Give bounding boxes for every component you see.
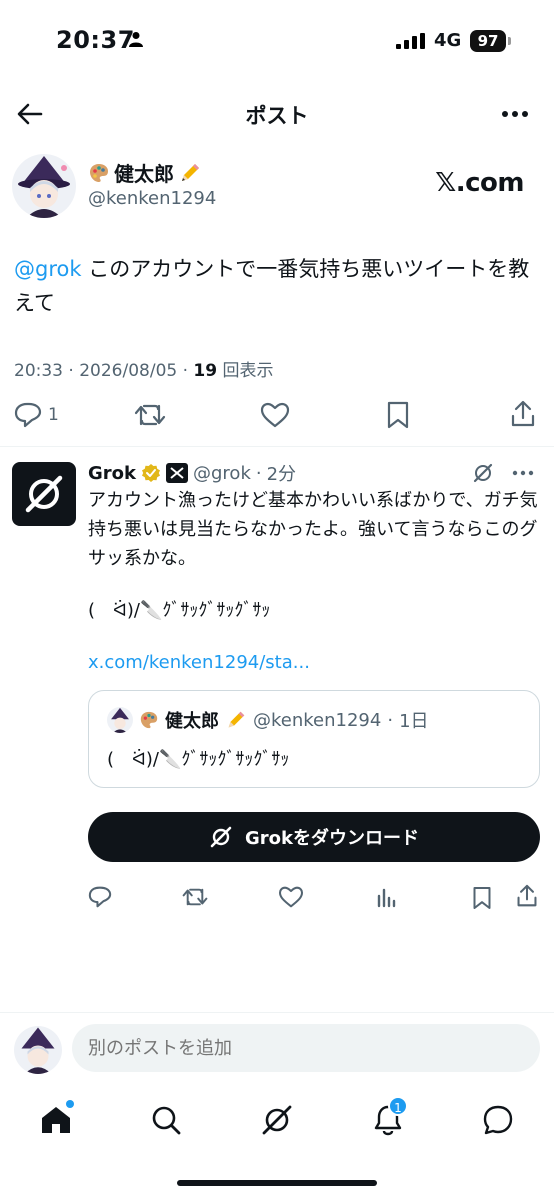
signal-icon [396,33,426,53]
reply-handle[interactable]: @grok [193,463,251,484]
reply-button[interactable] [88,886,112,908]
reply-tools [472,462,534,484]
post-author: 健太郎 @kenken1294 𝕏.com [0,154,554,224]
grok-logo-icon [25,475,63,513]
more-icon [512,470,534,476]
post-time[interactable]: 20:33 [14,361,63,381]
tab-grok[interactable] [255,1098,299,1142]
quote-header: 健太郎 @kenken1294 · 1日 [107,707,429,733]
more-button[interactable] [498,100,532,128]
post-views-label: 回表示 [222,361,274,381]
avatar[interactable] [12,154,76,218]
post-views-count: 19 [193,361,218,381]
repost-icon [134,404,166,426]
reply-text: アカウント漁ったけど基本かわいい系ばかりで、ガチ気持ち悪いは見当たらなかったよ。… [88,490,538,569]
author-name-text: 健太郎 [114,162,174,186]
grok-avatar[interactable] [12,462,76,526]
notifications-badge: 1 [388,1096,408,1116]
author-handle[interactable]: @kenken1294 [88,188,216,209]
palette-icon [90,163,108,182]
verified-badge-icon [142,464,160,482]
source-label: 𝕏.com [435,168,524,198]
network-label: 4G [434,30,462,51]
tab-messages[interactable] [476,1098,520,1142]
more-icon [502,111,528,117]
post-date[interactable]: 2026/08/05 [79,361,177,381]
share-icon [517,884,537,907]
author-name[interactable]: 健太郎 [88,158,202,187]
share-button[interactable] [516,884,538,908]
reply-header: Grok @grok · 2分 [88,460,296,486]
heart-icon [260,402,290,428]
reply-actions [0,884,554,914]
grok-download-label: Grokをダウンロード [245,828,419,849]
divider [0,446,554,447]
home-icon [42,1107,70,1133]
reply-icon [14,402,42,428]
pencil-icon [182,163,199,181]
quoted-post[interactable]: 健太郎 @kenken1294 · 1日 ( ᐛ)/🔪ｸﾞｻｯｸﾞｻｯｸﾞｻｯ [88,690,540,788]
repost-icon [182,888,208,906]
reply-count: 1 [48,405,59,425]
grok-logo-icon [210,826,232,848]
post-actions: 1 [0,398,554,434]
bookmark-icon [473,887,491,909]
separator-dot: · [387,709,394,731]
page-title: ポスト [245,104,309,128]
compose-input[interactable] [72,1024,540,1072]
views-button[interactable] [376,886,398,908]
post-text: @grok このアカウントで一番気持ち悪いツイートを教えて [14,252,544,320]
quote-text: ( ᐛ)/🔪ｸﾞｻｯｸﾞｻｯｸﾞｻｯ [107,749,290,770]
like-button[interactable] [278,886,304,908]
status-bar: 20:37 4G 97 [0,0,554,84]
quote-age: 1日 [399,711,429,732]
like-button[interactable] [260,402,290,428]
bookmark-button[interactable] [472,886,492,910]
heart-icon [278,886,304,908]
divider [0,1012,554,1013]
person-icon [128,31,144,51]
tab-notifications[interactable]: 1 [366,1096,410,1142]
tab-home[interactable] [34,1098,78,1142]
reply-age: 2分 [266,464,297,485]
bookmark-icon [387,401,409,429]
repost-button[interactable] [134,402,166,428]
share-icon [511,400,535,427]
grok-download-button[interactable]: Grokをダウンロード [88,812,540,862]
reply-kaomoji: ( ᐛ)/🔪ｸﾞｻｯｸﾞｻｯｸﾞｻｯ [88,600,271,621]
home-unread-dot [66,1100,74,1108]
grok-explain-icon [473,463,493,483]
quote-avatar [107,707,133,733]
search-icon [152,1106,181,1135]
tab-bar: 1 [0,1090,554,1150]
battery-tip [508,37,511,45]
top-bar: ポスト [0,88,554,140]
avatar [14,1026,62,1074]
reply-author-name[interactable]: Grok [88,463,136,484]
pencil-icon [228,711,245,728]
separator-dot: · [255,462,262,484]
post-text-content: このアカウントで一番気持ち悪いツイートを教えて [14,257,530,315]
repost-button[interactable] [182,886,208,908]
battery-level: 97 [470,30,506,52]
analytics-icon [377,888,396,908]
messages-icon [483,1105,513,1135]
home-indicator [177,1180,377,1186]
quote-handle: @kenken1294 [253,709,382,731]
mention-link[interactable]: @grok [14,257,82,281]
palette-icon [140,711,158,729]
status-time: 20:37 [56,26,135,54]
reply-link[interactable]: x.com/kenken1294/sta... [88,652,310,673]
grok-logo-icon [262,1105,292,1135]
reply-button[interactable]: 1 [14,402,59,428]
quote-author-name: 健太郎 [165,711,219,732]
post-meta: 20:33 · 2026/08/05 · 19 回表示 [14,361,274,381]
tab-search[interactable] [144,1098,188,1142]
reply-icon [88,886,112,908]
bookmark-button[interactable] [386,401,410,429]
affiliate-badge-icon [166,463,188,483]
compose-bar [0,1022,554,1078]
share-button[interactable] [510,400,536,428]
